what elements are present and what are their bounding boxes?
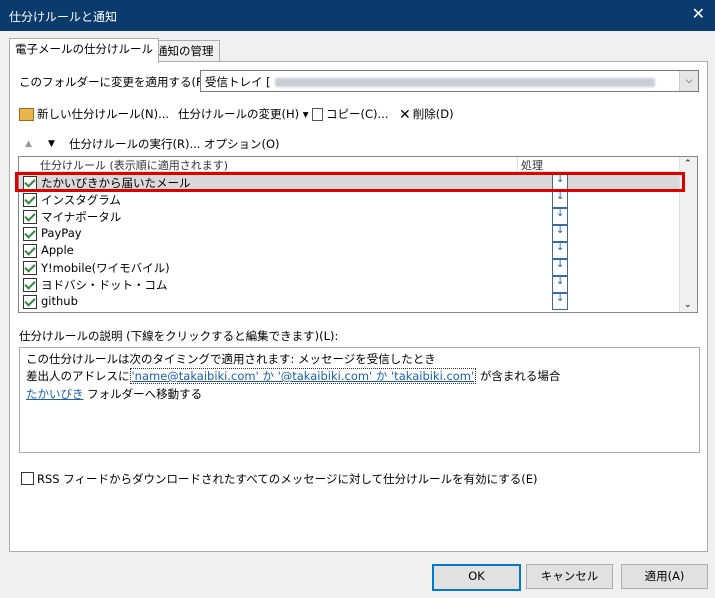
- ok-button[interactable]: OK: [432, 564, 521, 591]
- delete-icon: ✕: [399, 106, 411, 123]
- rule-column-header[interactable]: 仕分けルール (表示順に適用されます): [40, 157, 228, 173]
- sender-condition-prefix: 差出人のアドレスに: [26, 369, 130, 383]
- rule-enabled-checkbox[interactable]: [23, 227, 37, 241]
- scroll-down-icon[interactable]: ⌄: [684, 300, 692, 310]
- description-line-2: 差出人のアドレスに'name@takaibiki.com' か '@takaib…: [26, 368, 560, 384]
- rule-row[interactable]: PayPay: [19, 225, 679, 242]
- apply-button[interactable]: 適用(A): [621, 564, 708, 589]
- rule-name: github: [41, 294, 78, 308]
- change-rule-label: 仕分けルールの変更(H): [178, 107, 300, 121]
- rules-list-header: 仕分けルール (表示順に適用されます) 処理: [19, 157, 679, 173]
- new-rule-button[interactable]: 新しい仕分けルール(N)...: [19, 106, 169, 122]
- description-line-1: この仕分けルールは次のタイミングで適用されます: メッセージを受信したとき: [26, 352, 436, 366]
- rule-enabled-checkbox[interactable]: [23, 278, 37, 292]
- rule-enabled-checkbox[interactable]: [23, 193, 37, 207]
- description-line-3: たかいびき フォルダーへ移動する: [26, 386, 202, 402]
- chevron-down-icon: ▾: [302, 107, 309, 121]
- copy-icon: [312, 108, 323, 121]
- folder-select-value: 受信トレイ [: [205, 75, 271, 89]
- apply-to-label: このフォルダーに変更を適用する(F):: [19, 75, 211, 89]
- delete-button[interactable]: ✕ 削除(D): [399, 106, 454, 123]
- rule-name: インスタグラム: [41, 193, 121, 207]
- copy-label: コピー(C)...: [326, 107, 389, 121]
- rule-enabled-checkbox[interactable]: [23, 295, 37, 309]
- rule-name: マイナポータル: [41, 210, 122, 224]
- title-bar: 仕分けルールと通知 ✕: [0, 0, 715, 31]
- rule-row[interactable]: マイナポータル: [19, 208, 679, 225]
- chevron-down-icon[interactable]: ⌵: [679, 71, 698, 91]
- rule-name: Apple: [41, 243, 74, 257]
- move-to-folder-icon: [552, 259, 568, 276]
- rule-row[interactable]: Y!mobile(ワイモバイル): [19, 259, 679, 276]
- tab-email-rules[interactable]: 電子メールの仕分けルール: [9, 38, 159, 63]
- move-to-folder-icon: [552, 191, 568, 208]
- action-column-header[interactable]: 処理: [517, 157, 543, 173]
- rss-rules-checkbox[interactable]: [21, 472, 34, 485]
- rule-description-box: この仕分けルールは次のタイミングで適用されます: メッセージを受信したとき 差出…: [19, 347, 700, 453]
- cancel-button[interactable]: キャンセル: [526, 564, 613, 589]
- rule-row[interactable]: github: [19, 293, 679, 310]
- delete-label: 削除(D): [412, 107, 454, 121]
- tab-label: 通知の管理: [156, 44, 214, 58]
- rule-name: ヨドバシ・ドット・コム: [41, 278, 168, 292]
- window-title: 仕分けルールと通知: [9, 10, 118, 24]
- rule-name: PayPay: [41, 226, 82, 240]
- move-to-folder-icon: [552, 293, 568, 310]
- sender-condition-suffix: が含まれる場合: [479, 369, 561, 383]
- run-rules-button[interactable]: 仕分けルールの実行(R)...: [69, 136, 200, 152]
- selected-rule-highlight: [15, 172, 685, 192]
- rule-row[interactable]: Apple: [19, 242, 679, 259]
- redacted-accounts: [274, 78, 655, 87]
- new-rule-icon: [19, 108, 34, 121]
- rule-row[interactable]: インスタグラム: [19, 191, 679, 208]
- target-folder-link[interactable]: たかいびき: [26, 387, 84, 401]
- change-rule-button[interactable]: 仕分けルールの変更(H) ▾: [178, 106, 309, 122]
- rules-panel: このフォルダーに変更を適用する(F): 受信トレイ [ ⌵ 新しい仕分けルール(…: [9, 61, 708, 552]
- options-button[interactable]: オプション(O): [204, 136, 280, 152]
- rule-enabled-checkbox[interactable]: [23, 210, 37, 224]
- folder-select[interactable]: 受信トレイ [ ⌵: [200, 70, 699, 92]
- move-to-folder-icon: [552, 225, 568, 242]
- tab-manage-alerts[interactable]: 通知の管理: [150, 40, 220, 62]
- copy-button[interactable]: コピー(C)...: [312, 106, 388, 122]
- scroll-up-icon[interactable]: ⌃: [684, 159, 692, 169]
- rule-enabled-checkbox[interactable]: [23, 261, 37, 275]
- tab-label: 電子メールの仕分けルール: [15, 42, 153, 56]
- move-to-folder-icon: [552, 276, 568, 293]
- move-up-icon[interactable]: ▲: [25, 139, 32, 149]
- description-label: 仕分けルールの説明 (下線をクリックすると編集できます)(L):: [19, 329, 339, 343]
- new-rule-label: 新しい仕分けルール(N)...: [37, 107, 170, 121]
- move-action-text: フォルダーへ移動する: [87, 387, 203, 401]
- rule-row[interactable]: ヨドバシ・ドット・コム: [19, 276, 679, 293]
- rss-rules-label: RSS フィードからダウンロードされたすべてのメッセージに対して仕分けルールを有…: [37, 472, 538, 486]
- rule-name: Y!mobile(ワイモバイル): [41, 261, 170, 275]
- close-icon[interactable]: ✕: [692, 5, 705, 23]
- move-to-folder-icon: [552, 208, 568, 225]
- sender-address-link[interactable]: 'name@takaibiki.com' か '@takaibiki.com' …: [129, 368, 477, 384]
- rule-enabled-checkbox[interactable]: [23, 244, 37, 258]
- move-to-folder-icon: [552, 242, 568, 259]
- move-down-icon[interactable]: ▼: [48, 139, 55, 149]
